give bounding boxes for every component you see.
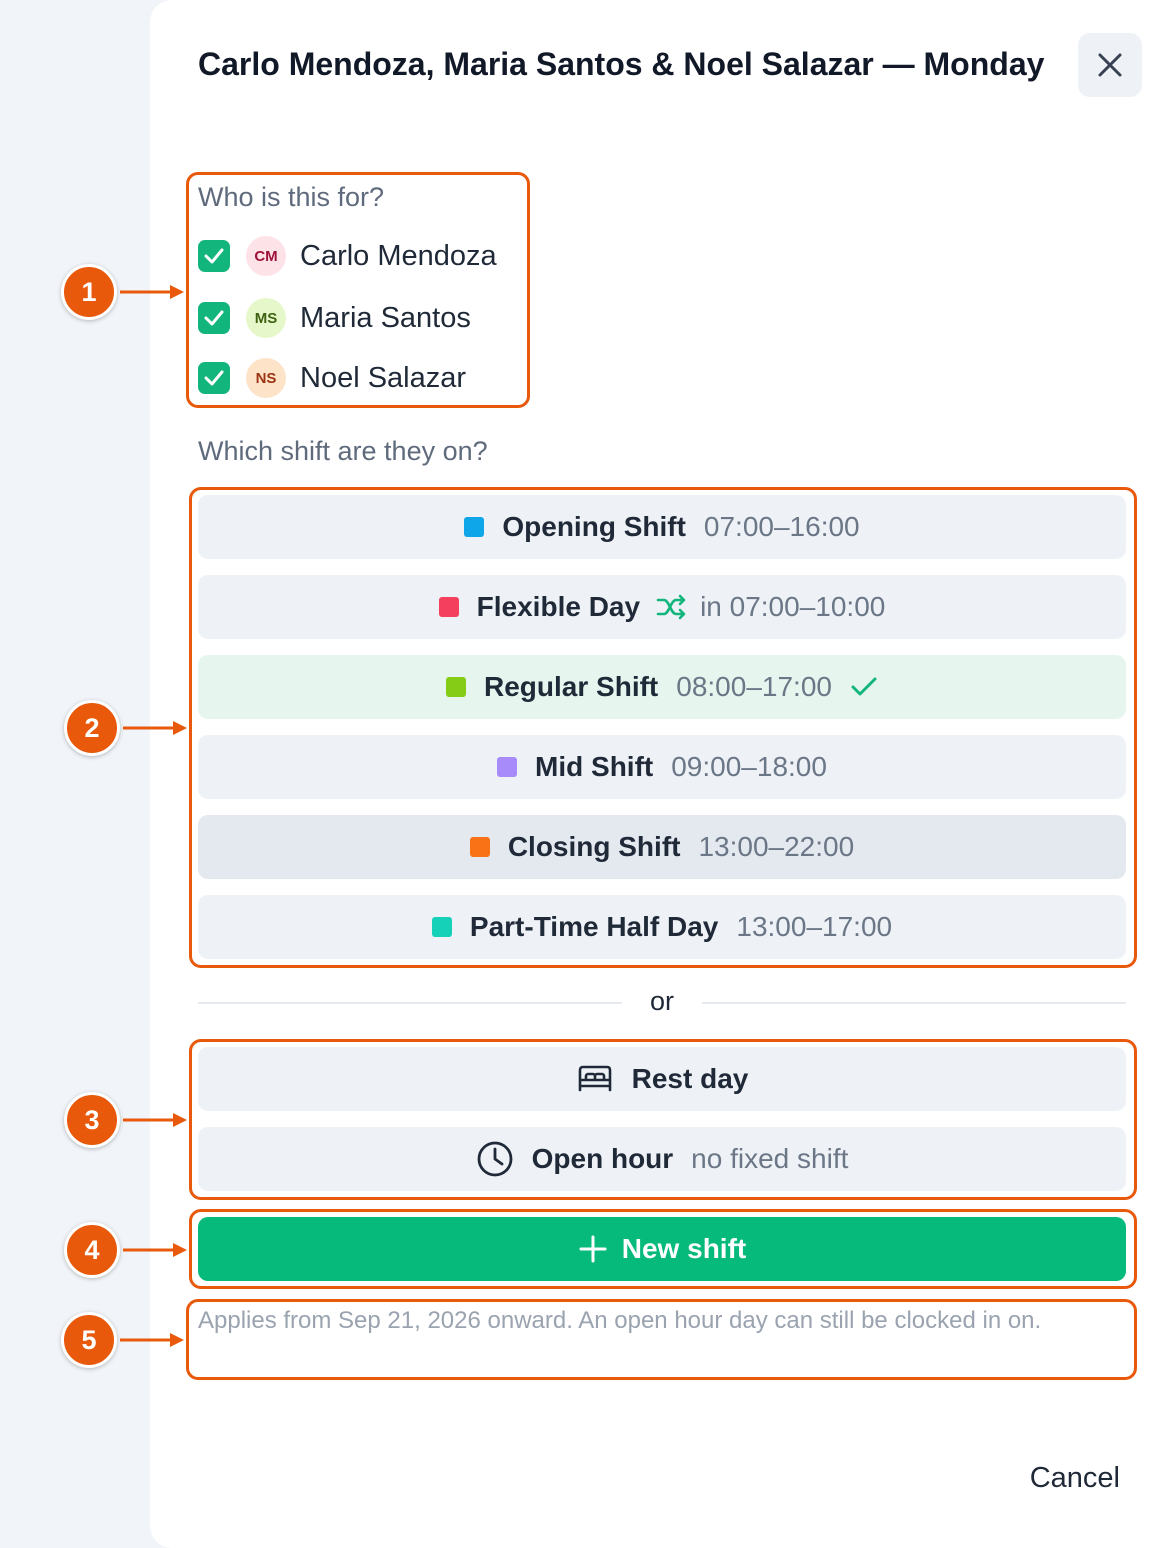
dialog-title: Carlo Mendoza, Maria Santos & Noel Salaz…: [198, 46, 1045, 82]
annotation-badge-3: 3: [64, 1092, 120, 1148]
divider-text: or: [649, 986, 674, 1016]
annotation-arrow-1: [120, 285, 184, 299]
annotation-arrow-4: [123, 1243, 187, 1257]
annotation-box-1: [186, 172, 530, 408]
annotation-box-2: [189, 487, 1137, 968]
divider-right: [702, 1002, 1126, 1004]
annotation-box-4: [189, 1209, 1137, 1289]
annotation-badge-1: 1: [61, 264, 117, 320]
annotation-badge-5: 5: [61, 1312, 117, 1368]
close-button[interactable]: [1078, 33, 1142, 97]
annotation-badge-4: 4: [64, 1222, 120, 1278]
annotation-box-3: [189, 1039, 1137, 1200]
cancel-button[interactable]: Cancel: [990, 1462, 1120, 1495]
annotation-badge-2: 2: [64, 700, 120, 756]
annotation-arrow-5: [120, 1333, 184, 1347]
annotation-arrow-2: [123, 721, 187, 735]
annotation-box-5: [186, 1299, 1137, 1380]
shift-question-label: Which shift are they on?: [198, 436, 488, 466]
annotation-arrow-3: [123, 1113, 187, 1127]
divider-left: [198, 1002, 622, 1004]
close-icon: [1098, 53, 1122, 77]
